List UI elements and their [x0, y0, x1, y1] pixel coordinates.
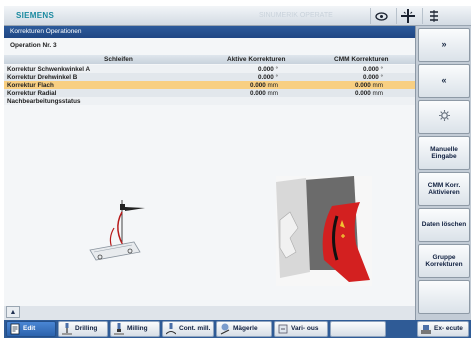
crosshair-icon[interactable]	[396, 8, 418, 24]
drill-icon	[62, 323, 72, 335]
axis-diagram	[89, 200, 145, 261]
row-name: Korrektur Radial	[7, 90, 57, 97]
drilling-label: Drilling	[75, 324, 98, 332]
horizontal-softkey-bar: Edit Drilling Milling Cont. mill. Mägerl…	[4, 320, 471, 338]
delete-data-softkey[interactable]: Daten löschen	[418, 208, 470, 242]
table-row[interactable]: Korrektur Drehwinkel B 0.000 ° 0.000 °	[4, 73, 415, 81]
header-schleifen: Schleifen	[104, 56, 133, 63]
row-cmm: 0.000 mm	[354, 82, 383, 89]
magerle-icon	[220, 323, 230, 335]
contour-mill-icon	[166, 323, 176, 335]
table-row[interactable]: Korrektur Radial 0.000 mm 0.000 mm	[4, 89, 415, 97]
row-name: Nachbearbeitungsstatus	[7, 98, 81, 105]
mill-icon	[114, 323, 124, 335]
header-cmm: CMM Korrekturen	[334, 56, 389, 63]
magerle-softkey[interactable]: Mägerle	[216, 321, 272, 337]
camera-icon[interactable]	[370, 8, 392, 24]
row-active: 0.000 °	[257, 66, 278, 73]
execute-icon	[421, 325, 431, 334]
milling-softkey[interactable]: Milling	[110, 321, 160, 337]
row-name: Korrektur Flach	[7, 82, 54, 89]
main-panel: Operation Nr. 3 Schleifen Aktive Korrekt…	[4, 38, 415, 306]
contour-milling-softkey[interactable]: Cont. mill.	[162, 321, 214, 337]
gear-icon	[438, 110, 450, 124]
milling-label: Milling	[127, 324, 148, 332]
table-header: Schleifen Aktive Korrekturen CMM Korrekt…	[4, 55, 415, 64]
next-softkey[interactable]: »	[418, 28, 470, 62]
row-cmm: 0.000 °	[362, 66, 383, 73]
manual-input-softkey[interactable]: Manuelle Eingabe	[418, 136, 470, 170]
various-softkey[interactable]: Vari- ous	[274, 321, 328, 337]
table-row[interactable]: Nachbearbeitungsstatus	[4, 97, 415, 105]
edit-softkey[interactable]: Edit	[6, 321, 56, 337]
edit-label: Edit	[23, 324, 36, 332]
scroll-up-button[interactable]: ▲	[6, 306, 20, 318]
menu-icon[interactable]	[422, 8, 444, 24]
row-cmm: 0.000 mm	[354, 90, 383, 97]
brand-logo: SIEMENS	[16, 11, 55, 20]
machine-illustration	[4, 120, 415, 306]
empty-softkey-bottom[interactable]	[418, 280, 470, 314]
header-active: Aktive Korrekturen	[227, 56, 286, 63]
vertical-softkey-bar: » « Manuelle Eingabe CMM Korr. Aktiviere…	[415, 26, 471, 320]
window-title: Korrekturen Operationen	[4, 26, 415, 38]
edit-icon	[10, 323, 20, 335]
drilling-softkey[interactable]: Drilling	[58, 321, 108, 337]
row-active: 0.000 mm	[249, 90, 278, 97]
row-name: Korrektur Schwenkwinkel A	[7, 66, 91, 73]
row-active: 0.000 °	[257, 74, 278, 81]
grinding-wheel-graphic	[276, 176, 372, 286]
row-cmm: 0.000 °	[362, 74, 383, 81]
group-corrections-softkey[interactable]: Gruppe Korrekturen	[418, 244, 470, 278]
various-label: Vari- ous	[291, 324, 319, 332]
magerle-label: Mägerle	[233, 324, 258, 332]
faded-title: SINUMERIK OPERATE	[259, 12, 333, 19]
cmm-activate-softkey[interactable]: CMM Korr. Aktivieren	[418, 172, 470, 206]
row-active: 0.000 mm	[249, 82, 278, 89]
operation-label: Operation Nr. 3	[10, 42, 57, 49]
settings-softkey[interactable]	[418, 100, 470, 134]
top-bar: SIEMENS SINUMERIK OPERATE	[4, 6, 471, 26]
various-icon	[278, 324, 288, 334]
back-softkey[interactable]: «	[418, 64, 470, 98]
table-row[interactable]: Korrektur Schwenkwinkel A 0.000 ° 0.000 …	[4, 65, 415, 73]
cnc-screen: SIEMENS SINUMERIK OPERATE Korrekturen Op…	[4, 6, 471, 338]
execute-softkey[interactable]: Ex- ecute	[417, 321, 469, 337]
execute-label: Ex- ecute	[434, 324, 463, 332]
contour-label: Cont. mill.	[179, 324, 211, 332]
row-name: Korrektur Drehwinkel B	[7, 74, 78, 81]
table-row-selected[interactable]: Korrektur Flach 0.000 mm 0.000 mm	[4, 81, 415, 89]
empty-bottom-softkey[interactable]	[330, 321, 386, 337]
